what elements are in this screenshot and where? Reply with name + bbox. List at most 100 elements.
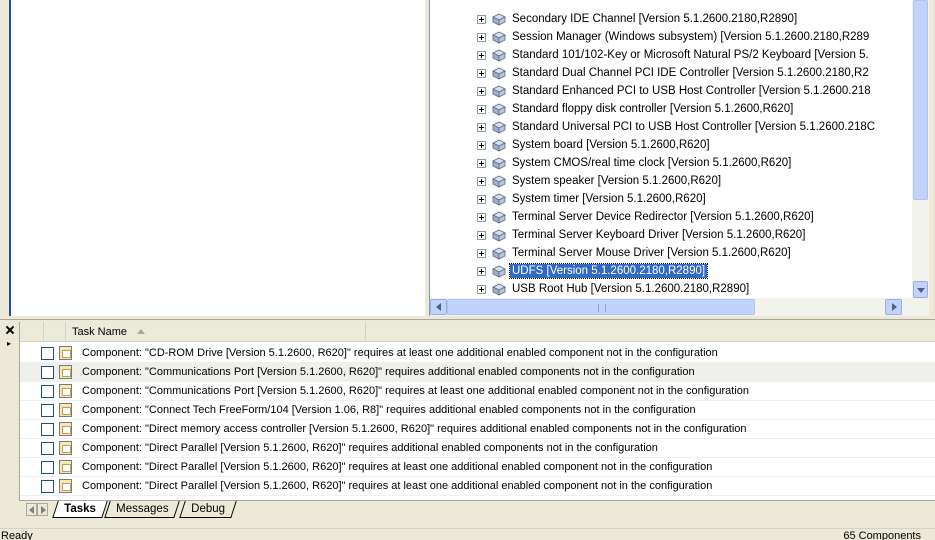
- plus-box-icon[interactable]: [477, 266, 486, 276]
- scroll-right-button[interactable]: [885, 299, 902, 315]
- plus-box-icon[interactable]: [477, 176, 486, 186]
- plus-box-icon[interactable]: [477, 14, 486, 24]
- plus-box-icon[interactable]: [477, 230, 486, 240]
- vertical-scroll-thumb[interactable]: [913, 0, 928, 200]
- plus-box-icon[interactable]: [477, 122, 486, 132]
- chevron-right-icon: [41, 506, 46, 514]
- tab-label: Debug: [191, 503, 226, 515]
- task-text: Component: "Communications Port [Version…: [82, 385, 750, 397]
- component-icon: [492, 67, 506, 80]
- component-icon: [492, 229, 506, 242]
- tree-item-label: System board [Version 5.1.2600,R620]: [512, 139, 710, 151]
- task-text: Component: "Communications Port [Version…: [82, 366, 695, 378]
- tab-tasks[interactable]: Tasks: [52, 501, 108, 518]
- task-text: Component: "Direct Parallel [Version 5.1…: [82, 442, 658, 454]
- plus-box-icon[interactable]: [477, 194, 486, 204]
- tree-item[interactable]: Standard Dual Channel PCI IDE Controller…: [477, 64, 871, 82]
- task-row[interactable]: Component: "Communications Port [Version…: [20, 382, 935, 401]
- pin-icon[interactable]: ▸: [3, 339, 15, 349]
- vertical-scrollbar[interactable]: [912, 0, 929, 298]
- tree-item[interactable]: System CMOS/real time clock [Version 5.1…: [477, 154, 793, 172]
- horizontal-scrollbar[interactable]: [430, 298, 929, 316]
- component-icon: [492, 13, 506, 26]
- plus-box-icon[interactable]: [477, 212, 486, 222]
- task-row[interactable]: Component: "Communications Port [Version…: [20, 363, 935, 382]
- plus-box-icon[interactable]: [477, 140, 486, 150]
- tree-item[interactable]: Standard Enhanced PCI to USB Host Contro…: [477, 82, 873, 100]
- task-checkbox[interactable]: [41, 441, 54, 455]
- task-checkbox[interactable]: [41, 422, 54, 436]
- task-icon: [59, 441, 72, 455]
- task-checkbox[interactable]: [41, 346, 54, 360]
- task-row[interactable]: Component: "CD-ROM Drive [Version 5.1.26…: [20, 344, 935, 363]
- tree-item-label: Standard Universal PCI to USB Host Contr…: [512, 121, 876, 133]
- task-checkbox[interactable]: [41, 479, 54, 493]
- header-icon-column[interactable]: [44, 322, 66, 342]
- plus-box-icon[interactable]: [477, 86, 486, 96]
- tree-item-label: System speaker [Version 5.1.2600,R620]: [512, 175, 722, 187]
- tree-item[interactable]: System board [Version 5.1.2600,R620]: [477, 136, 712, 154]
- tree-item[interactable]: Terminal Server Keyboard Driver [Version…: [477, 226, 807, 244]
- tree-item[interactable]: Session Manager (Windows subsystem) [Ver…: [477, 28, 871, 46]
- task-checkbox[interactable]: [41, 460, 54, 474]
- tree-item-label: Terminal Server Mouse Driver [Version 5.…: [512, 247, 791, 259]
- chevron-left-icon: [29, 506, 34, 514]
- tree-item[interactable]: USB Root Hub [Version 5.1.2600.2180,R289…: [477, 280, 751, 298]
- plus-box-icon[interactable]: [477, 248, 486, 258]
- task-icon: [59, 403, 72, 417]
- tree-item[interactable]: System speaker [Version 5.1.2600,R620]: [477, 172, 723, 190]
- tree-item[interactable]: Standard floppy disk controller [Version…: [477, 100, 795, 118]
- plus-box-icon[interactable]: [477, 32, 486, 42]
- task-row[interactable]: Component: "Direct Parallel [Version 5.1…: [20, 477, 935, 496]
- tab-messages[interactable]: Messages: [104, 501, 181, 518]
- component-icon: [492, 211, 506, 224]
- task-icon: [59, 365, 72, 379]
- tab-scroll-left-button[interactable]: [26, 503, 37, 516]
- tree-item-label: Terminal Server Keyboard Driver [Version…: [512, 229, 806, 241]
- chevron-down-icon: [917, 288, 925, 293]
- plus-box-icon[interactable]: [477, 104, 486, 114]
- header-task-name[interactable]: Task Name: [66, 322, 366, 342]
- tree-item[interactable]: System timer [Version 5.1.2600,R620]: [477, 190, 708, 208]
- window-edge: [929, 0, 935, 316]
- chevron-right-icon: [892, 303, 897, 311]
- tree-item-label: Standard Dual Channel PCI IDE Controller…: [512, 67, 869, 79]
- close-icon[interactable]: [5, 325, 15, 335]
- component-icon: [492, 247, 506, 260]
- horizontal-splitter[interactable]: [0, 316, 935, 320]
- task-checkbox[interactable]: [41, 365, 54, 379]
- tree-item-label: USB Root Hub [Version 5.1.2600.2180,R289…: [512, 283, 750, 295]
- tree-item-label: System CMOS/real time clock [Version 5.1…: [512, 157, 792, 169]
- tree-item[interactable]: Standard Universal PCI to USB Host Contr…: [477, 118, 877, 136]
- tree-item[interactable]: Secondary IDE Channel [Version 5.1.2600.…: [477, 10, 799, 28]
- task-row[interactable]: Component: "Connect Tech FreeForm/104 [V…: [20, 401, 935, 420]
- plus-box-icon[interactable]: [477, 50, 486, 60]
- horizontal-scroll-thumb[interactable]: [447, 299, 755, 315]
- task-checkbox[interactable]: [41, 403, 54, 417]
- task-icon: [59, 422, 72, 436]
- task-row[interactable]: Component: "Direct Parallel [Version 5.1…: [20, 458, 935, 477]
- tab-debug[interactable]: Debug: [179, 501, 237, 518]
- plus-box-icon[interactable]: [477, 284, 486, 294]
- task-panel: ▸ Task Name Component: "CD-ROM Drive [Ve…: [0, 321, 935, 528]
- plus-box-icon[interactable]: [477, 68, 486, 78]
- component-icon: [492, 265, 506, 278]
- task-row[interactable]: Component: "Direct memory access control…: [20, 420, 935, 439]
- tree-item-label: Session Manager (Windows subsystem) [Ver…: [512, 31, 870, 43]
- scroll-down-button[interactable]: [913, 281, 928, 298]
- grip-icon: [598, 304, 606, 312]
- plus-box-icon[interactable]: [477, 158, 486, 168]
- status-text: Ready: [1, 530, 33, 540]
- task-row[interactable]: Component: "Direct Parallel [Version 5.1…: [20, 439, 935, 458]
- tab-strip: Tasks Messages Debug: [19, 500, 935, 520]
- tab-scroll-right-button[interactable]: [37, 503, 48, 516]
- scroll-left-button[interactable]: [430, 299, 447, 315]
- header-check-column[interactable]: [20, 322, 44, 342]
- tree-item[interactable]: Terminal Server Device Redirector [Versi…: [477, 208, 816, 226]
- task-text: Component: "Connect Tech FreeForm/104 [V…: [82, 404, 696, 416]
- tree-item[interactable]: UDFS [Version 5.1.2600.2180,R2890]: [477, 262, 709, 280]
- task-text: Component: "Direct Parallel [Version 5.1…: [82, 461, 713, 473]
- tree-item[interactable]: Terminal Server Mouse Driver [Version 5.…: [477, 244, 793, 262]
- tree-item[interactable]: Standard 101/102-Key or Microsoft Natura…: [477, 46, 871, 64]
- task-checkbox[interactable]: [41, 384, 54, 398]
